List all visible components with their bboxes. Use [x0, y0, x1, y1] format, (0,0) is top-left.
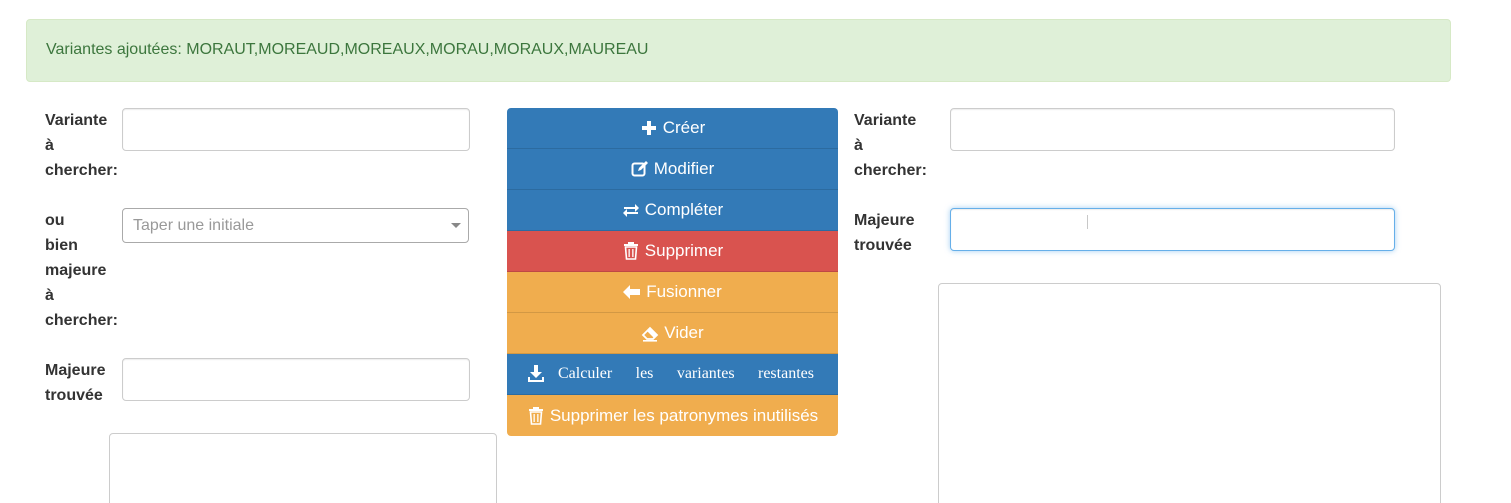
text-cursor-icon	[1087, 215, 1088, 229]
alert-text: Variantes ajoutées: MORAUT,MOREAUD,MOREA…	[46, 41, 649, 58]
compute-word: les	[635, 365, 654, 382]
create-button-label: Créer	[662, 118, 706, 137]
eraser-icon	[641, 324, 659, 342]
left-major-search-label-line: bien	[45, 237, 78, 254]
left-variant-label: Variante à chercher:	[45, 108, 118, 183]
left-variant-label-line: chercher:	[45, 162, 118, 179]
left-major-found-label: Majeure trouvée	[45, 358, 105, 408]
merge-button[interactable]: Fusionner	[507, 272, 838, 313]
left-major-found-label-line: Majeure	[45, 362, 106, 379]
transfer-icon	[622, 201, 640, 219]
compute-word: restantes	[758, 365, 814, 382]
download-icon	[527, 365, 545, 383]
compute-remaining-label: Calculer les variantes restantes	[558, 365, 814, 383]
edit-icon	[631, 160, 649, 178]
right-variant-label: Variante à chercher:	[854, 108, 927, 183]
left-major-search-label-line: à	[45, 287, 54, 304]
modify-button-label: Modifier	[653, 159, 715, 178]
delete-button[interactable]: Supprimer	[507, 231, 838, 272]
compute-word: Calculer	[558, 365, 613, 382]
compute-remaining-button[interactable]: Calculer les variantes restantes	[507, 354, 838, 395]
left-major-search-label: ou bien majeure à chercher:	[45, 208, 118, 333]
success-alert: Variantes ajoutées: MORAUT,MOREAUD,MOREA…	[26, 19, 1451, 82]
complete-button[interactable]: Compléter	[507, 190, 838, 231]
arrow-left-icon	[623, 283, 641, 301]
right-variant-input[interactable]	[950, 108, 1395, 151]
right-major-found-label: Majeure trouvée	[854, 208, 914, 258]
left-major-search-label-line: ou	[45, 212, 65, 229]
left-major-search-label-line: chercher:	[45, 312, 118, 329]
left-variant-input[interactable]	[122, 108, 470, 151]
plus-icon	[640, 119, 658, 137]
initial-select[interactable]: Taper une initiale	[122, 208, 469, 243]
right-major-found-input[interactable]	[950, 208, 1395, 251]
empty-button-label: Vider	[664, 323, 704, 342]
modify-button[interactable]: Modifier	[507, 149, 838, 190]
right-variant-label-line: à	[854, 137, 863, 154]
left-major-found-input[interactable]	[122, 358, 470, 401]
left-major-found-label-line: trouvée	[45, 387, 103, 404]
trash-icon	[527, 406, 545, 425]
delete-button-label: Supprimer	[644, 241, 724, 260]
right-major-found-label-line: trouvée	[854, 237, 912, 254]
create-button[interactable]: Créer	[507, 108, 838, 149]
compute-word: variantes	[676, 365, 735, 382]
trash-icon	[622, 242, 640, 260]
initial-select-placeholder: Taper une initiale	[133, 217, 254, 234]
empty-button[interactable]: Vider	[507, 313, 838, 354]
left-major-search-label-line: majeure	[45, 262, 107, 279]
delete-unused-button[interactable]: Supprimer les patronymes inutilisés	[507, 395, 838, 436]
right-variant-label-line: Variante	[854, 112, 917, 129]
left-variant-label-line: à	[45, 137, 54, 154]
right-major-found-label-line: Majeure	[854, 212, 915, 229]
chevron-down-icon	[451, 223, 461, 228]
merge-button-label: Fusionner	[646, 282, 722, 301]
complete-button-label: Compléter	[644, 200, 724, 219]
delete-unused-button-label: Supprimer les patronymes inutilisés	[549, 405, 819, 425]
left-variants-list[interactable]	[109, 433, 497, 503]
left-variant-label-line: Variante	[45, 112, 108, 129]
right-variant-label-line: chercher:	[854, 162, 927, 179]
action-button-group: Créer Modifier Compléter Supprimer Fusio…	[507, 108, 838, 436]
right-variants-list[interactable]	[938, 283, 1441, 503]
